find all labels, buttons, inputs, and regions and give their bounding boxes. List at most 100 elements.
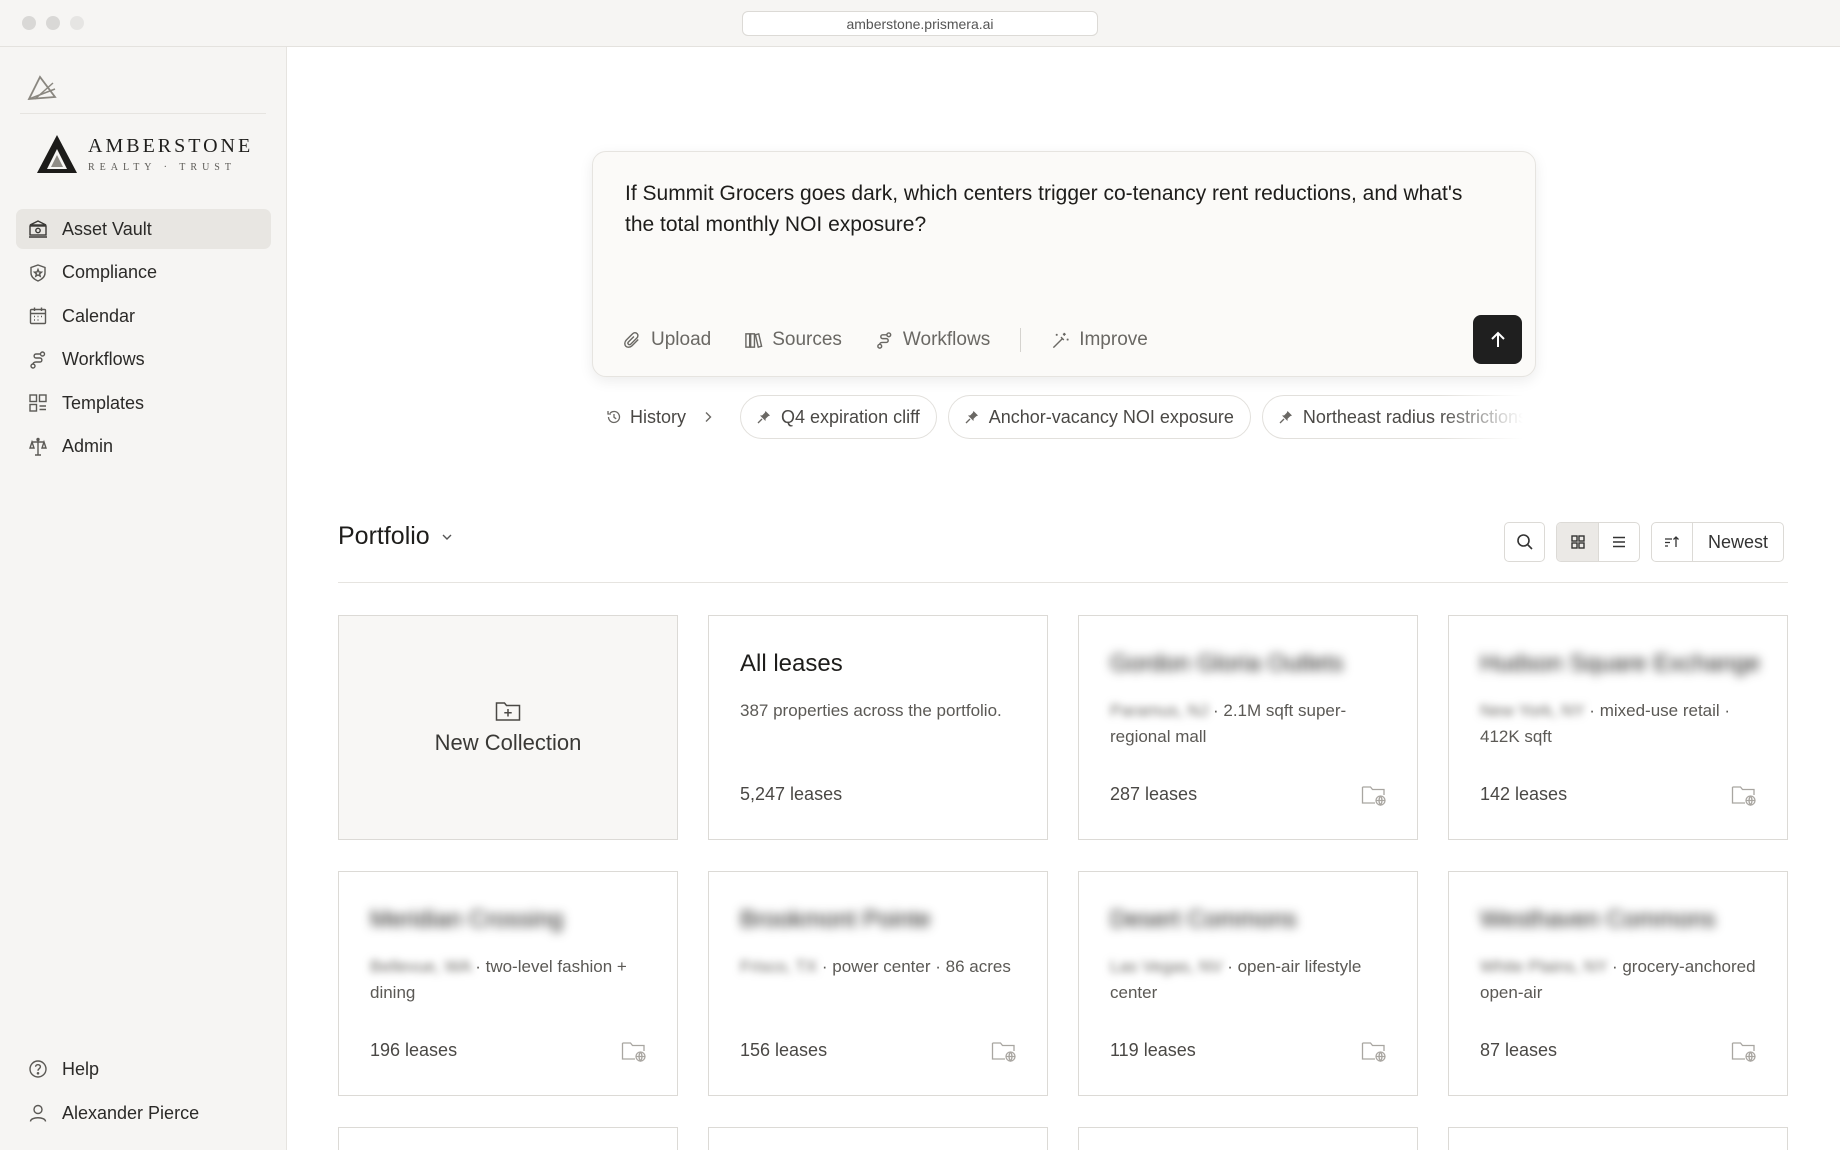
card-lease-count: 119 leases — [1110, 1040, 1196, 1060]
app-logo-icon[interactable] — [26, 73, 58, 101]
chip-label: Q4 expiration cliff — [781, 406, 920, 427]
collection-card[interactable]: Meridian Crossing Bellevue, WA · two-lev… — [338, 871, 678, 1096]
list-view-button[interactable] — [1598, 523, 1639, 561]
shield-icon — [30, 263, 46, 282]
card-title: Meridian Crossing — [370, 906, 564, 933]
chip-label: Northeast radius restrictions — [1302, 406, 1527, 427]
sidebar-item-user[interactable]: Alexander Pierce — [16, 1093, 271, 1133]
collection-card[interactable]: Hudson Square Exchange New York, NY · mi… — [1448, 615, 1788, 840]
sidebar-item-calendar[interactable]: Calendar — [16, 296, 271, 336]
upload-button[interactable]: Upload — [623, 329, 711, 351]
sidebar-item-label: Calendar — [62, 305, 136, 326]
sidebar-item-label: Admin — [62, 436, 114, 456]
sidebar-item-label: Asset Vault — [62, 218, 152, 239]
card-title: Gordon Gloria Outlets — [1110, 650, 1344, 677]
sidebar-divider — [20, 113, 266, 114]
shared-folder-icon — [991, 1042, 1016, 1062]
search-icon — [1516, 534, 1533, 550]
card-description: Las Vegas, NV · open-air lifestyle cente… — [1110, 957, 1362, 1002]
workflows-button[interactable]: Workflows — [875, 329, 990, 351]
portfolio-dropdown[interactable]: Portfolio — [338, 522, 454, 551]
suggestion-chip[interactable]: Northeast radius restrictions — [1261, 395, 1536, 439]
suggestion-chip[interactable]: Q4 expiration cliff — [740, 395, 937, 439]
card-lease-count: 196 leases — [370, 1040, 458, 1060]
shared-folder-icon — [1731, 1042, 1756, 1062]
new-collection-label: New Collection — [434, 729, 582, 755]
collection-card[interactable] — [338, 1127, 678, 1150]
card-lease-count: 87 leases — [1480, 1040, 1558, 1060]
window-controls — [22, 16, 84, 30]
card-location: Frisco, TX — [740, 957, 818, 976]
card-detail: power center · 86 acres — [832, 957, 1011, 976]
prompt-input[interactable]: If Summit Grocers goes dark, which cente… — [625, 178, 1485, 240]
sidebar-item-help[interactable]: Help — [16, 1049, 271, 1089]
main-content: If Summit Grocers goes dark, which cente… — [288, 48, 1840, 1150]
collection-card[interactable]: Brookmont Pointe Frisco, TX · power cent… — [708, 871, 1048, 1096]
shared-folder-icon — [1731, 786, 1756, 806]
prompt-box: If Summit Grocers goes dark, which cente… — [592, 151, 1536, 377]
sidebar-item-compliance[interactable]: Compliance — [16, 253, 271, 293]
calendar-icon — [29, 307, 47, 325]
sidebar-item-asset-vault[interactable]: Asset Vault — [16, 209, 271, 249]
maximize-window-button[interactable] — [70, 16, 84, 30]
sidebar-item-templates[interactable]: Templates — [16, 383, 271, 423]
user-icon — [29, 1104, 47, 1122]
admin-icon — [29, 437, 47, 456]
search-button[interactable] — [1504, 522, 1545, 562]
collection-card-all-leases[interactable]: All leases 387 properties across the por… — [708, 615, 1048, 840]
sort-label[interactable]: Newest — [1692, 523, 1783, 561]
help-icon — [29, 1060, 47, 1078]
sources-button[interactable]: Sources — [744, 329, 842, 351]
card-location: Bellevue, WA — [370, 957, 471, 976]
shared-folder-icon — [621, 1042, 646, 1062]
templates-icon — [29, 394, 47, 412]
books-icon — [745, 332, 763, 348]
card-description: Bellevue, WA · two-level fashion + dinin… — [370, 957, 627, 1002]
sidebar-item-admin[interactable]: Admin — [16, 427, 271, 467]
brand-subtitle: REALTY · TRUST — [88, 162, 236, 173]
amberstone-logo-icon — [37, 135, 77, 173]
send-button[interactable] — [1473, 315, 1522, 364]
upload-label: Upload — [651, 329, 712, 350]
url-bar[interactable]: amberstone.prismera.ai — [742, 11, 1098, 36]
history-button[interactable]: History — [606, 407, 716, 428]
suggestion-chips: History Q4 expiration cliff Anchor-vacan… — [606, 395, 1536, 439]
collection-card[interactable] — [708, 1127, 1048, 1150]
sidebar-item-label: Workflows — [62, 349, 145, 369]
sort-direction-button[interactable] — [1652, 523, 1692, 561]
grid-view-button[interactable] — [1557, 523, 1598, 561]
chip-label: Anchor-vacancy NOI exposure — [988, 406, 1234, 427]
close-window-button[interactable] — [22, 16, 36, 30]
chevron-right-icon — [705, 412, 712, 422]
portfolio-title: Portfolio — [338, 522, 430, 550]
history-label: History — [630, 406, 687, 427]
user-name: Alexander Pierce — [62, 1102, 200, 1123]
collection-card[interactable]: Desert Commons Las Vegas, NV · open-air … — [1078, 871, 1418, 1096]
workflow-icon — [30, 350, 46, 369]
shared-folder-icon — [1361, 786, 1386, 806]
collection-card[interactable] — [1448, 1127, 1788, 1150]
collection-card[interactable] — [1078, 1127, 1418, 1150]
minimize-window-button[interactable] — [46, 16, 60, 30]
sidebar-item-workflows[interactable]: Workflows — [16, 340, 271, 380]
improve-label: Improve — [1079, 329, 1148, 350]
card-lease-count: 287 leases — [1110, 784, 1198, 804]
new-collection-card[interactable]: New Collection — [338, 615, 678, 840]
collection-card[interactable]: Gordon Gloria Outlets Paramus, NJ · 2.1M… — [1078, 615, 1418, 840]
chevron-down-icon — [442, 534, 452, 540]
pin-icon — [757, 411, 771, 424]
history-icon — [607, 410, 621, 424]
folder-plus-icon — [495, 701, 521, 721]
workflow-icon — [877, 331, 892, 349]
brand-name: AMBERSTONE — [88, 135, 254, 157]
improve-button[interactable]: Improve — [1051, 329, 1148, 351]
browser-chrome: amberstone.prismera.ai — [0, 0, 1840, 47]
grid-icon — [1570, 535, 1585, 549]
portfolio-toolbar: Newest — [1504, 522, 1785, 562]
card-location: New York, NY — [1480, 701, 1585, 720]
sort-control[interactable]: Newest — [1651, 522, 1785, 562]
suggestion-chip[interactable]: Anchor-vacancy NOI exposure — [947, 395, 1251, 439]
sidebar: AMBERSTONE REALTY · TRUST Asset Vault Co… — [0, 47, 287, 1150]
toolbar-divider — [1020, 328, 1022, 352]
collection-card[interactable]: Westhaven Commons White Plains, NY · gro… — [1448, 871, 1788, 1096]
